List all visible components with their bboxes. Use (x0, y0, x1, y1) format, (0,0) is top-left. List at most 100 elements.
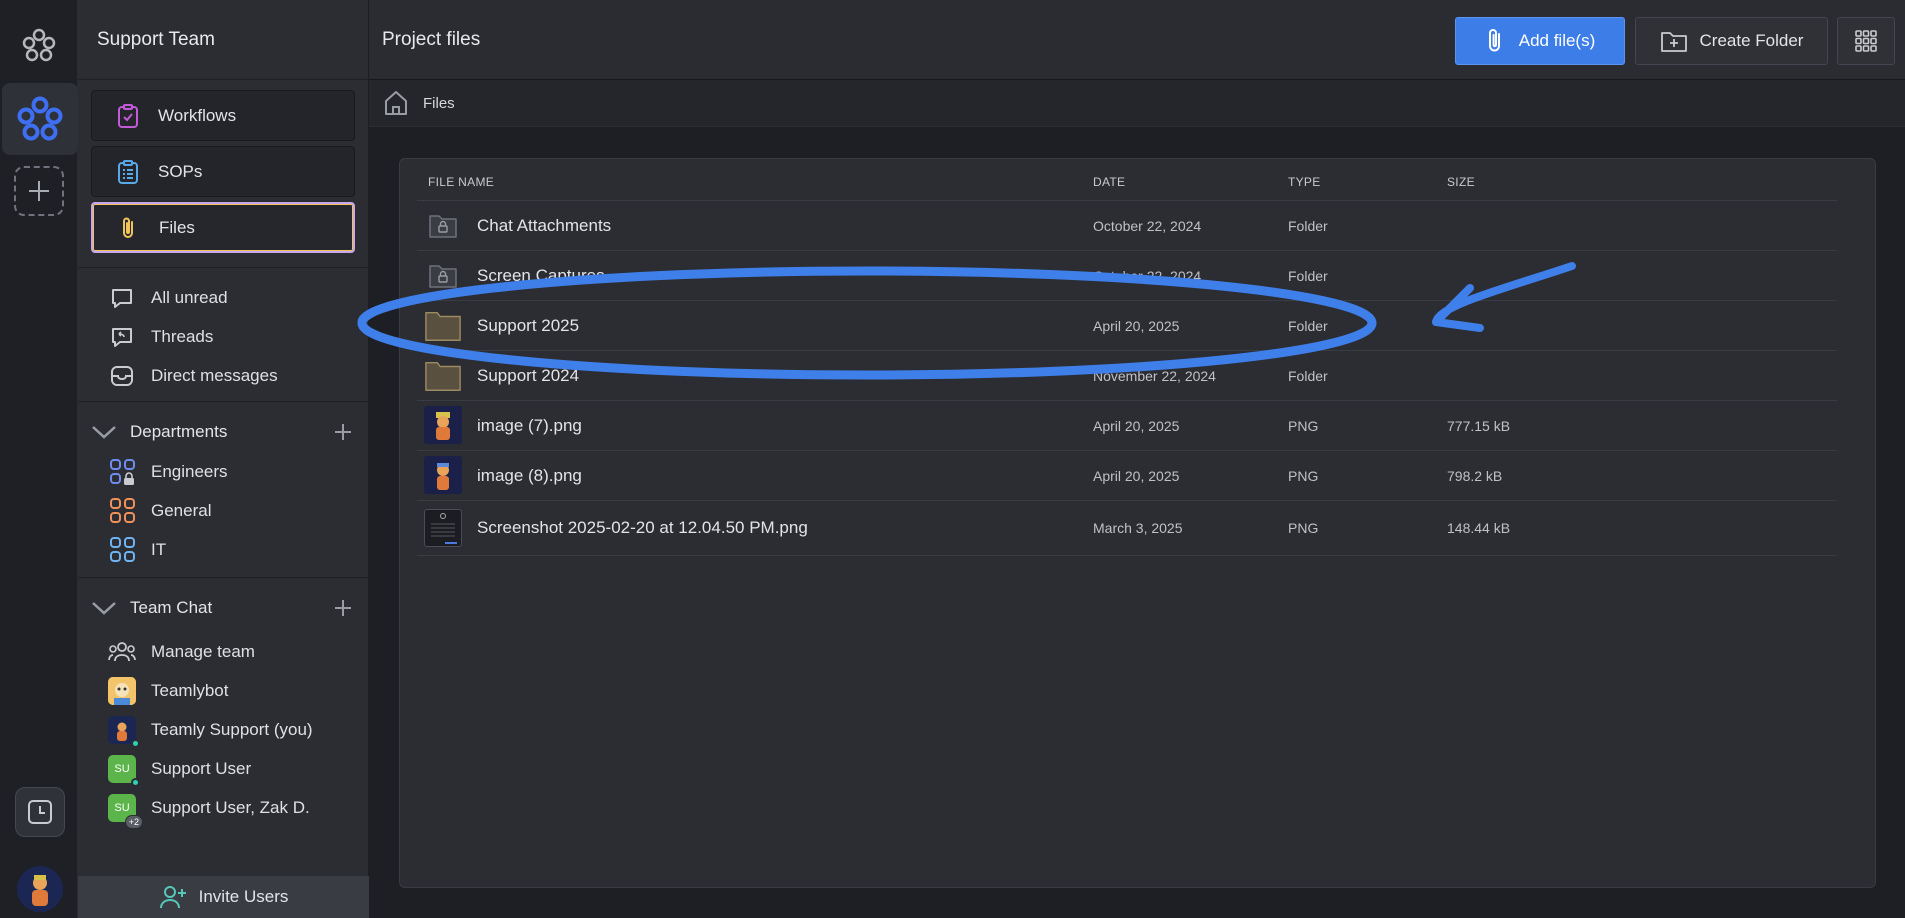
inbox-list: All unread Threads Direct messages (78, 268, 368, 401)
user-initials-avatar: SU +2 (108, 793, 143, 829)
sidebar-item-it[interactable]: IT (78, 530, 368, 569)
home-icon[interactable] (383, 89, 409, 117)
table-row[interactable]: Support 2024 November 22, 2024 Folder (417, 351, 1837, 401)
sidebar-item-manage-team[interactable]: Manage team (78, 632, 368, 671)
file-type: Folder (1288, 218, 1328, 234)
sidebar-item-threads[interactable]: Threads (78, 317, 368, 356)
file-type: PNG (1288, 418, 1319, 434)
support-avatar (108, 715, 140, 748)
sidebar-item-workflows[interactable]: Workflows (91, 90, 355, 141)
file-name[interactable]: Screenshot 2025-02-20 at 12.04.50 PM.png (477, 518, 808, 538)
sidebar-item-direct-messages[interactable]: Direct messages (78, 356, 368, 395)
table-row[interactable]: Screen Captures October 22, 2024 Folder (417, 251, 1837, 301)
sidebar-item-support-user[interactable]: SU Support User (78, 749, 368, 788)
table-row[interactable]: Support 2025 April 20, 2025 Folder (417, 301, 1837, 351)
sidebar-item-label: Support User (151, 758, 252, 778)
team-chat-section-header[interactable]: Team Chat (78, 578, 368, 638)
sidebar-item-label: Threads (151, 326, 214, 346)
sidebar-item-teamly-support[interactable]: Teamly Support (you) (78, 710, 368, 749)
department-grid-icon (108, 458, 136, 486)
create-folder-button[interactable]: Create Folder (1635, 17, 1828, 65)
online-status-dot (131, 777, 140, 787)
chat-bubble-icon (108, 284, 136, 312)
sidebar-item-files[interactable]: Files (91, 202, 355, 253)
inbox-icon (108, 362, 136, 390)
paperclip-icon (116, 215, 142, 241)
table-row[interactable]: image (8).png April 20, 2025 PNG 798.2 k… (417, 451, 1837, 501)
page-title: Project files (382, 28, 481, 50)
create-folder-label: Create Folder (1699, 31, 1804, 50)
file-name[interactable]: Screen Captures (477, 266, 605, 286)
file-name[interactable]: Support 2024 (477, 366, 579, 386)
sidebar-item-label: Support User, Zak D. (151, 797, 310, 817)
sidebar-item-label: Manage team (151, 641, 255, 661)
table-row[interactable]: Screenshot 2025-02-20 at 12.04.50 PM.png… (417, 501, 1837, 556)
chevron-down-icon[interactable] (90, 594, 118, 622)
file-name[interactable]: image (8).png (477, 466, 582, 486)
folder-plus-icon (1660, 29, 1688, 53)
team-name[interactable]: Support Team (78, 0, 368, 80)
sidebar-item-sops[interactable]: SOPs (91, 146, 355, 197)
table-row[interactable]: image (7).png April 20, 2025 PNG 777.15 … (417, 401, 1837, 451)
user-avatar[interactable] (17, 866, 63, 912)
column-header-size[interactable]: SIZE (1447, 175, 1475, 189)
add-files-label: Add file(s) (1518, 31, 1596, 50)
image-thumbnail (424, 406, 462, 444)
file-date: October 22, 2024 (1093, 268, 1202, 284)
table-row[interactable]: Chat Attachments October 22, 2024 Folder (417, 201, 1837, 251)
add-workspace-button[interactable] (14, 166, 64, 216)
bot-avatar (108, 676, 136, 705)
sidebar-item-label: Direct messages (151, 365, 278, 385)
sidebar-item-engineers[interactable]: Engineers (78, 452, 368, 491)
file-type: Folder (1288, 268, 1328, 284)
add-files-button[interactable]: Add file(s) (1455, 17, 1625, 65)
sidebar-item-group-chat[interactable]: SU +2 Support User, Zak D. (78, 788, 368, 829)
breadcrumb: Files (369, 80, 1905, 127)
section-title: Team Chat (130, 598, 213, 617)
sidebar-item-label: IT (151, 539, 167, 559)
image-thumbnail (424, 456, 462, 494)
screenshot-thumbnail (424, 509, 462, 547)
file-name[interactable]: Chat Attachments (477, 216, 611, 236)
sidebar-item-teamlybot[interactable]: Teamlybot (78, 671, 368, 710)
threads-icon (108, 323, 136, 351)
grid-icon (1855, 30, 1877, 52)
plus-icon (29, 181, 49, 201)
users-icon (108, 638, 136, 666)
file-name[interactable]: Support 2025 (477, 316, 579, 336)
add-chat-icon[interactable] (332, 597, 354, 619)
file-type: PNG (1288, 520, 1319, 536)
file-type: Folder (1288, 318, 1328, 334)
app-logo-icon[interactable] (20, 26, 58, 64)
sidebar: Support Team Workflows SOPs Files All un… (78, 0, 369, 918)
clipboard-list-icon (115, 159, 141, 185)
file-type: PNG (1288, 468, 1319, 484)
sidebar-item-all-unread[interactable]: All unread (78, 278, 368, 317)
apps-grid-button[interactable] (1837, 17, 1895, 65)
sidebar-item-general[interactable]: General (78, 491, 368, 530)
chevron-down-icon[interactable] (90, 418, 118, 446)
file-date: October 22, 2024 (1093, 218, 1202, 234)
folder-icon (424, 307, 462, 345)
file-name[interactable]: image (7).png (477, 416, 582, 436)
folder-icon (424, 357, 462, 395)
sidebar-item-label: Workflows (158, 105, 237, 125)
table-header: FILE NAME DATE TYPE SIZE (417, 159, 1837, 201)
main-content: Project files Add file(s) Create Folder … (369, 0, 1905, 918)
department-grid-icon (108, 536, 136, 564)
file-size: 798.2 kB (1447, 468, 1503, 484)
locked-folder-icon (424, 257, 462, 295)
column-header-type[interactable]: TYPE (1288, 175, 1321, 189)
department-grid-icon (108, 497, 136, 525)
sidebar-item-label: Teamlybot (151, 680, 229, 700)
file-date: April 20, 2025 (1093, 468, 1180, 484)
invite-users-button[interactable]: Invite Users (78, 876, 369, 918)
column-header-name[interactable]: FILE NAME (428, 175, 494, 189)
history-button[interactable] (15, 787, 65, 837)
workspace-support-team[interactable] (2, 83, 78, 155)
breadcrumb-item-files[interactable]: Files (423, 95, 455, 112)
section-title: Departments (130, 422, 228, 441)
clock-icon (28, 800, 52, 824)
column-header-date[interactable]: DATE (1093, 175, 1125, 189)
add-department-icon[interactable] (332, 421, 354, 443)
